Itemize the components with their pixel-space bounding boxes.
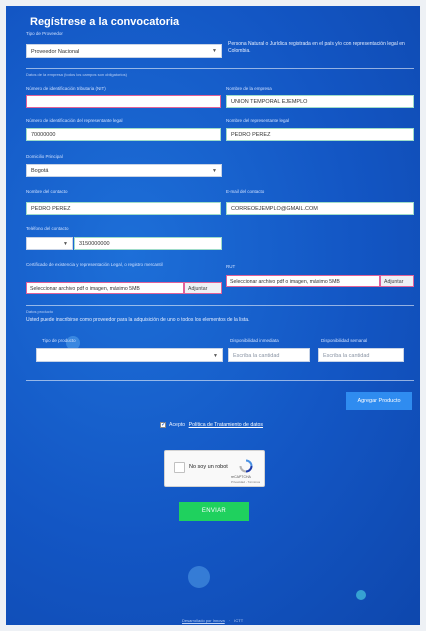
product-intro: Usted puede inscribirse como proveedor p… [26,317,250,323]
legal-name-value: PEDRO PEREZ [231,131,271,138]
footer-brand: ICTT [234,618,244,623]
add-product-button[interactable]: Agregar Producto [346,392,412,410]
product-type-select[interactable]: ▼ [36,348,223,362]
email-input[interactable]: CORREOEJEMPLO@GMAIL.COM [226,202,414,215]
accept-text: Acepto [169,422,186,429]
certificate-file-input[interactable]: Seleccionar archivo pdf o imagen, máximo… [26,282,184,294]
accept-policy-row: Acepto Política de Tratamiento de datos [160,421,263,429]
recaptcha-brand: reCAPTCHA [231,475,251,479]
page-title: Regístrese a la convocatoria [30,16,180,28]
provider-type-select[interactable]: Proveedor Nacional ▼ [26,44,222,58]
recaptcha-text: No soy un robot [189,464,228,470]
phone-prefix-select[interactable]: ▼ [26,237,73,250]
recaptcha-checkbox[interactable] [174,462,185,473]
address-label: Domicilio Principal [26,154,63,159]
immediate-placeholder: Escriba la cantidad [233,352,280,359]
decorative-virus-shape [188,566,210,588]
immediate-qty-input[interactable]: Escriba la cantidad [228,348,310,362]
recaptcha-widget: No soy un robot reCAPTCHA Privacidad - T… [164,450,265,487]
chevron-down-icon: ▼ [213,352,218,359]
product-section-label: Datos producto [26,309,54,314]
accept-checkbox[interactable] [160,421,166,428]
contact-name-label: Nombre del contacto [26,189,68,194]
weekly-qty-input[interactable]: Escriba la cantidad [318,348,404,362]
divider [26,380,414,381]
nit-input[interactable] [26,95,221,108]
phone-value: 3150000000 [79,240,110,247]
recaptcha-logo-icon [239,459,253,473]
recaptcha-links[interactable]: Privacidad - Términos [231,480,260,484]
legal-id-value: 70000000 [31,131,56,138]
address-value: Bogotá [31,167,49,174]
rut-file-input[interactable]: Seleccionar archivo pdf o imagen, máximo… [226,275,380,287]
policy-link[interactable]: Política de Tratamiento de datos [189,422,263,428]
address-select[interactable]: Bogotá ▼ [26,164,222,177]
company-section-label: Datos de la empresa (todos los campos so… [26,72,127,77]
chevron-down-icon: ▼ [63,240,68,247]
company-name-label: Nombre de la empresa [226,86,272,91]
company-name-input[interactable]: UNION TEMPORAL EJEMPLO [226,95,414,108]
registration-panel: Regístrese a la convocatoria Tipo de Pro… [6,6,420,625]
weekly-label: Disponibilidad semanal [321,338,368,343]
provider-type-label: Tipo de Proveedor [26,31,63,36]
divider [26,68,414,69]
chevron-down-icon: ▼ [212,47,217,54]
phone-input[interactable]: 3150000000 [74,237,222,250]
provider-type-info: Persona Natural o Jurídica registrada en… [228,41,405,54]
company-name-value: UNION TEMPORAL EJEMPLO [231,98,308,105]
phone-label: Teléfono del contacto [26,226,69,231]
legal-id-input[interactable]: 70000000 [26,128,221,141]
footer-separator: · [228,618,231,623]
nit-label: Número de identificación tributaria (NIT… [26,86,106,91]
legal-name-label: Nombre del representante legal [226,118,290,123]
rut-placeholder: Seleccionar archivo pdf o imagen, máximo… [230,279,340,285]
certificate-placeholder: Seleccionar archivo pdf o imagen, máximo… [30,286,140,292]
legal-name-input[interactable]: PEDRO PEREZ [226,128,414,141]
email-value: CORREOEJEMPLO@GMAIL.COM [231,205,318,212]
decorative-virus-shape [356,590,366,600]
chevron-down-icon: ▼ [212,167,217,174]
certificate-attach-button[interactable]: Adjuntar [184,282,222,294]
footer-developer-link[interactable]: Desarrollado por Innova [182,618,225,623]
product-type-label: Tipo de producto [42,338,76,343]
email-label: E-mail del contacto [226,189,265,194]
weekly-placeholder: Escriba la cantidad [323,352,370,359]
send-button[interactable]: ENVIAR [179,502,249,521]
rut-label: RUT [226,264,236,269]
contact-name-value: PEDRO PEREZ [31,205,71,212]
provider-type-value: Proveedor Nacional [31,49,80,55]
rut-attach-button[interactable]: Adjuntar [380,275,414,287]
contact-name-input[interactable]: PEDRO PEREZ [26,202,221,215]
certificate-label: Certificado de existencia y representaci… [26,262,163,267]
legal-id-label: Número de identificación del representan… [26,118,123,123]
divider [26,305,414,306]
immediate-label: Disponibilidad inmediata [230,338,279,343]
footer: Desarrollado por Innova · ICTT [182,618,243,623]
